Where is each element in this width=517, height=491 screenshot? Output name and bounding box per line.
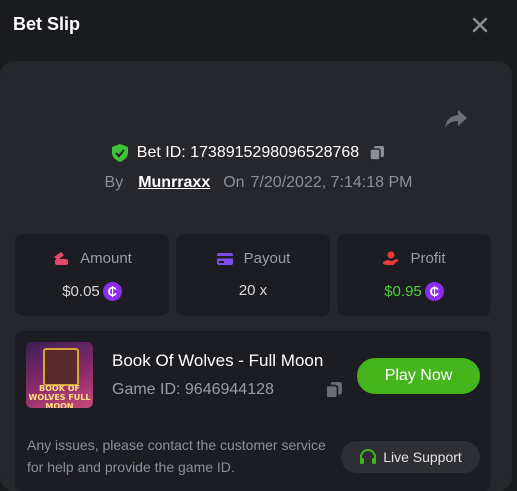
payout-card-icon	[216, 252, 233, 265]
by-label: By	[104, 174, 124, 191]
coin-icon: ₵	[102, 282, 122, 301]
profit-card: Profit $0.95 ₵	[337, 234, 491, 316]
profit-label: Profit	[410, 250, 446, 267]
profit-hand-icon	[383, 251, 400, 265]
share-icon[interactable]	[443, 107, 469, 131]
support-note: Any issues, please contact the customer …	[27, 437, 326, 475]
amount-icon	[54, 251, 69, 265]
profit-value: $0.95	[384, 283, 422, 300]
verified-shield-icon	[111, 144, 128, 162]
payout-label: Payout	[243, 250, 291, 267]
bet-id-text: Bet ID: 1738915298096528768	[136, 144, 360, 161]
copy-icon[interactable]	[369, 145, 385, 161]
bet-id-row: Bet ID: 1738915298096528768	[0, 142, 517, 164]
copy-game-id-icon[interactable]	[325, 381, 343, 399]
bet-slip-header: Bet Slip	[0, 0, 517, 52]
close-icon[interactable]	[470, 15, 490, 35]
game-card: BOOK OF WOLVES FULL MOON Book Of Wolves …	[15, 331, 491, 491]
amount-label: Amount	[80, 250, 132, 267]
page-title: Bet Slip	[13, 14, 81, 34]
bet-datetime: 7/20/2022, 7:14:18 PM	[250, 174, 413, 191]
headset-icon	[360, 449, 377, 464]
on-label: On	[223, 174, 245, 191]
game-thumbnail[interactable]: BOOK OF WOLVES FULL MOON	[26, 342, 93, 408]
game-id: Game ID: 9646944128	[112, 381, 274, 398]
play-now-button[interactable]: Play Now	[357, 358, 480, 394]
live-support-label: Live Support	[383, 449, 462, 465]
game-thumbnail-text: BOOK OF WOLVES FULL MOON	[28, 384, 91, 408]
coin-icon: ₵	[424, 282, 444, 301]
book-icon	[43, 348, 79, 386]
payout-card: Payout 20 x	[176, 234, 330, 316]
live-support-button[interactable]: Live Support	[341, 441, 480, 473]
amount-card: Amount $0.05 ₵	[15, 234, 169, 316]
amount-value: $0.05	[62, 283, 100, 300]
bet-author-row: By Munrraxx On 7/20/2022, 7:14:18 PM	[0, 172, 517, 194]
game-name: Book Of Wolves - Full Moon	[112, 351, 324, 370]
payout-value: 20 x	[238, 282, 268, 299]
username-link[interactable]: Munrraxx	[138, 174, 210, 192]
